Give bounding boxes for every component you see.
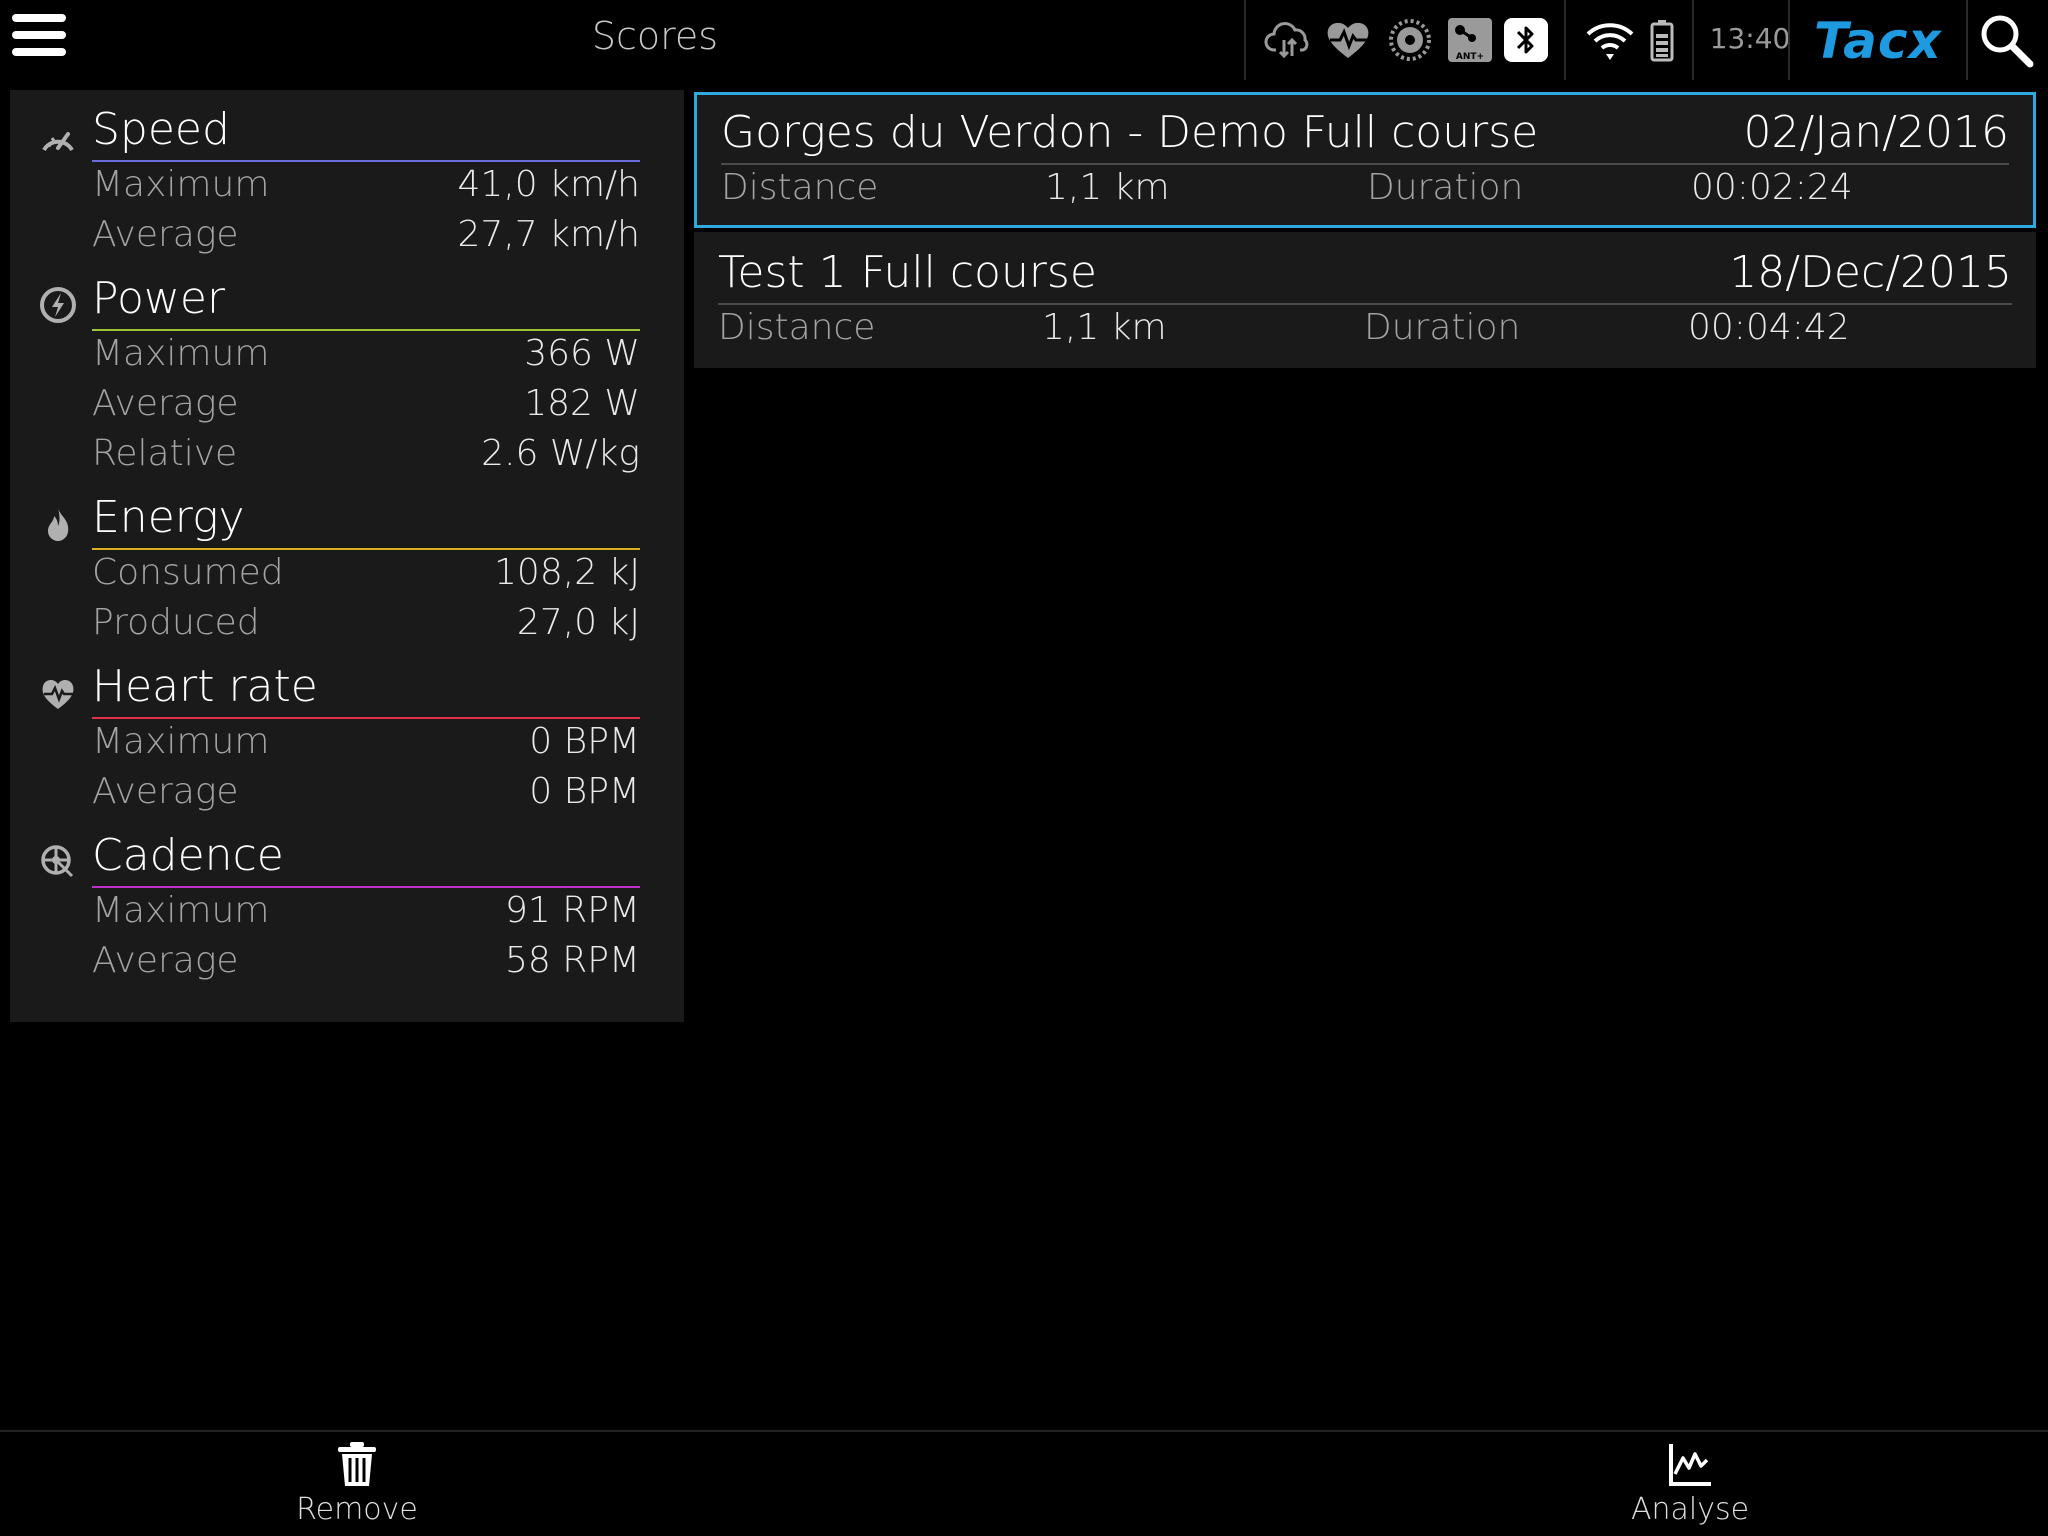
stat-label: Maximum: [92, 164, 270, 205]
stat-label: Maximum: [92, 333, 270, 374]
cadence-underline: [92, 886, 640, 888]
stat-value: 27,0 kJ: [516, 602, 640, 643]
stat-value: 27,7 km/h: [457, 214, 640, 255]
power-bolt-icon: [40, 287, 76, 323]
heart-rate-average-row: Average 0 BPM: [92, 771, 640, 821]
stat-value: 0 BPM: [529, 721, 640, 762]
energy-title: Energy: [92, 492, 245, 543]
speed-maximum-row: Maximum 41,0 km/h: [92, 164, 640, 214]
power-relative-row: Relative 2.6 W/kg: [92, 433, 640, 483]
clock-time: 13:40: [1709, 22, 1791, 55]
heart-rate-underline: [92, 717, 640, 719]
stat-label: Produced: [92, 602, 260, 643]
crank-cadence-icon: [41, 845, 74, 878]
stat-label: Average: [92, 383, 239, 424]
analyse-label: Analyse: [1630, 1492, 1750, 1527]
energy-produced-row: Produced 27,0 kJ: [92, 602, 640, 652]
score-divider: [721, 163, 2009, 165]
svg-text:ANT+: ANT+: [1456, 52, 1484, 62]
speed-average-row: Average 27,7 km/h: [92, 214, 640, 264]
power-average-row: Average 182 W: [92, 383, 640, 433]
duration-value: 00:04:42: [1688, 307, 1850, 348]
power-underline: [92, 329, 640, 331]
power-maximum-row: Maximum 366 W: [92, 333, 640, 383]
score-course-name: Gorges du Verdon - Demo Full course: [721, 107, 1539, 158]
ant-plus-icon[interactable]: ANT+: [1444, 14, 1496, 66]
analyse-button[interactable]: Analyse: [1590, 1440, 1790, 1536]
stat-label: Average: [92, 940, 239, 981]
bottom-toolbar: Remove Analyse: [0, 1430, 2048, 1536]
power-title: Power: [92, 273, 226, 324]
energy-underline: [92, 548, 640, 550]
tacx-logo: Tacx: [1814, 12, 1942, 70]
stat-value: 0 BPM: [529, 771, 640, 812]
cadence-sensor-icon[interactable]: [1384, 14, 1436, 66]
speed-underline: [92, 160, 640, 162]
stat-label: Average: [92, 771, 239, 812]
cadence-maximum-row: Maximum 91 RPM: [92, 890, 640, 940]
divider: [1966, 0, 1968, 80]
stat-value: 182 W: [524, 383, 640, 424]
search-icon[interactable]: [1976, 10, 2036, 70]
line-chart-icon: [1669, 1444, 1711, 1486]
stat-value: 58 RPM: [504, 940, 640, 981]
hamburger-menu-icon[interactable]: [12, 14, 66, 62]
duration-label: Duration: [1367, 167, 1524, 208]
stat-label: Maximum: [92, 890, 270, 931]
remove-button[interactable]: Remove: [257, 1440, 457, 1536]
distance-value: 1,1 km: [1042, 307, 1167, 348]
heart-sensor-icon[interactable]: [1322, 14, 1374, 66]
trash-icon: [338, 1442, 376, 1486]
divider: [1692, 0, 1694, 80]
bluetooth-icon[interactable]: [1500, 14, 1552, 66]
remove-label: Remove: [296, 1492, 418, 1527]
flame-icon: [48, 508, 69, 541]
heart-rate-icon: [42, 680, 74, 709]
cadence-average-row: Average 58 RPM: [92, 940, 640, 990]
stat-value: 2.6 W/kg: [481, 433, 640, 474]
stat-label: Consumed: [92, 552, 284, 593]
distance-label: Distance: [721, 167, 879, 208]
wifi-icon[interactable]: [1584, 14, 1636, 66]
stat-value: 41,0 km/h: [457, 164, 640, 205]
divider: [1244, 0, 1246, 80]
distance-value: 1,1 km: [1045, 167, 1170, 208]
score-item-selected[interactable]: Gorges du Verdon - Demo Full course 02/J…: [694, 92, 2036, 228]
stat-value: 366 W: [524, 333, 640, 374]
stat-value: 91 RPM: [504, 890, 640, 931]
speed-title: Speed: [92, 104, 230, 155]
divider: [1564, 0, 1566, 80]
duration-value: 00:02:24: [1691, 167, 1853, 208]
score-date: 02/Jan/2016: [1743, 107, 2009, 158]
score-divider: [718, 303, 2012, 305]
heart-rate-title: Heart rate: [92, 661, 318, 712]
stat-label: Average: [92, 214, 239, 255]
stat-label: Relative: [92, 433, 238, 474]
score-item[interactable]: Test 1 Full course 18/Dec/2015 Distance …: [694, 232, 2036, 368]
top-bar: Scores ANT+ 13:40 Tacx: [0, 0, 2048, 82]
stat-value: 108,2 kJ: [494, 552, 640, 593]
speedometer-icon: [42, 132, 74, 152]
score-date: 18/Dec/2015: [1729, 247, 2012, 298]
heart-rate-maximum-row: Maximum 0 BPM: [92, 721, 640, 771]
score-course-name: Test 1 Full course: [718, 247, 1097, 298]
battery-icon: [1650, 20, 1674, 62]
ride-stats-panel: Speed Maximum 41,0 km/h Average 27,7 km/…: [10, 90, 684, 1022]
cadence-title: Cadence: [92, 830, 284, 881]
stat-label: Maximum: [92, 721, 270, 762]
page-title: Scores: [591, 14, 719, 58]
distance-label: Distance: [718, 307, 876, 348]
energy-consumed-row: Consumed 108,2 kJ: [92, 552, 640, 602]
duration-label: Duration: [1364, 307, 1521, 348]
cloud-sync-icon[interactable]: [1262, 14, 1314, 66]
divider: [1788, 0, 1790, 80]
